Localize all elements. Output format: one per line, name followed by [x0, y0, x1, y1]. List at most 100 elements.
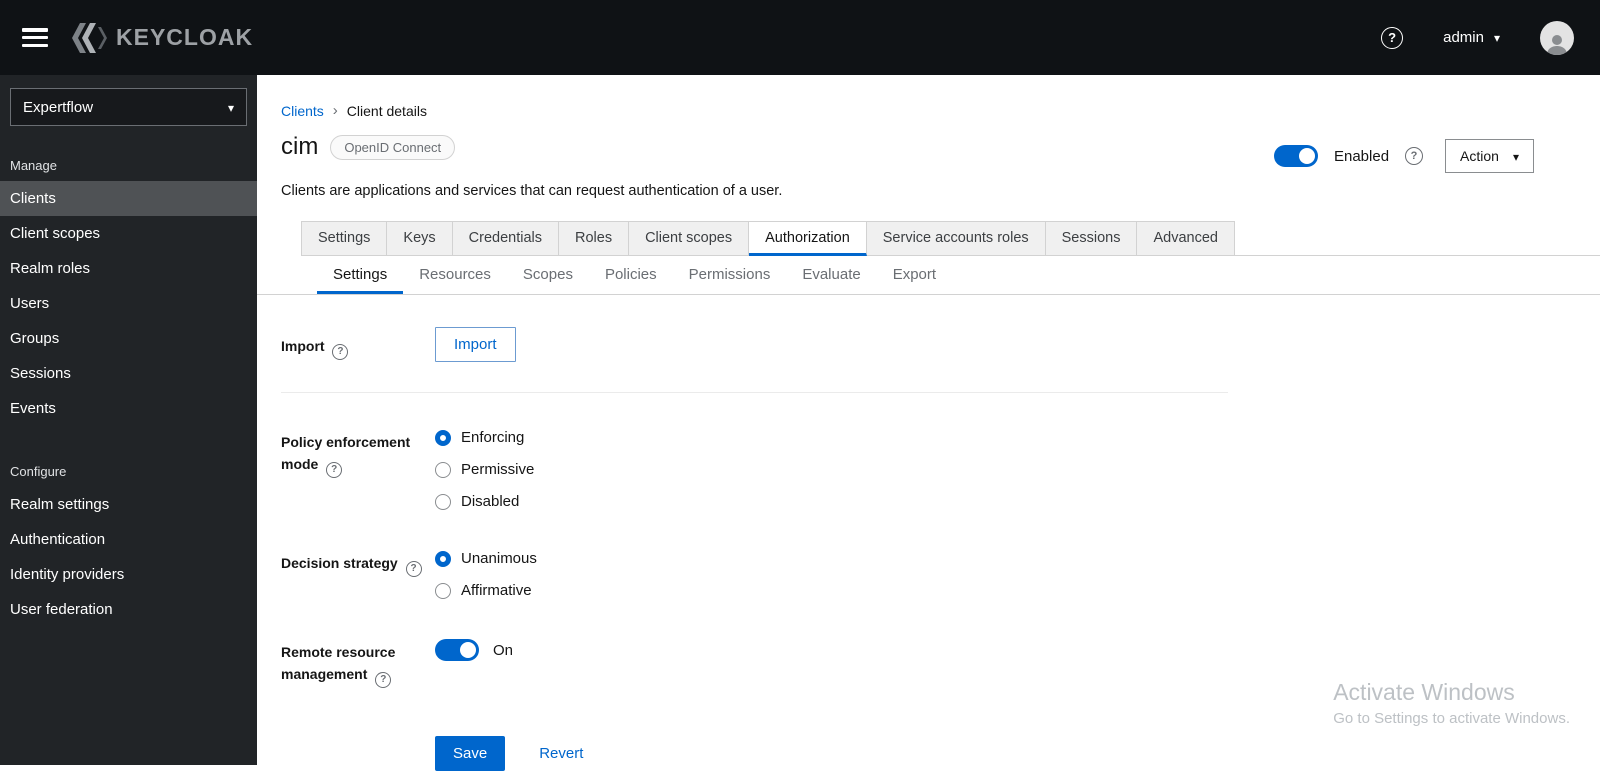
policy-enforcement-mode-options: Enforcing Permissive Disabled — [435, 423, 1576, 510]
tab-roles[interactable]: Roles — [559, 221, 630, 256]
sidebar-item-clients[interactable]: Clients — [0, 181, 257, 216]
subtab-settings[interactable]: Settings — [317, 256, 404, 294]
tabs-filler — [1234, 221, 1600, 256]
decision-strategy-row: Decision strategy Unanimous Affirmative — [281, 544, 1576, 599]
sidebar-item-user-federation[interactable]: User federation — [0, 592, 257, 627]
radio-enforcing-label: Enforcing — [461, 429, 525, 446]
radio-permissive[interactable]: Permissive — [435, 461, 1576, 478]
header-help-icon[interactable] — [1381, 26, 1404, 49]
decision-strategy-label: Decision strategy — [281, 544, 435, 577]
save-button[interactable]: Save — [435, 736, 506, 771]
sidebar-item-authentication[interactable]: Authentication — [0, 522, 257, 557]
chevron-down-icon — [1513, 148, 1519, 164]
radio-checked-icon — [435, 550, 451, 567]
tab-credentials[interactable]: Credentials — [452, 221, 559, 256]
radio-unanimous[interactable]: Unanimous — [435, 550, 1576, 567]
remote-resource-management-toggle[interactable] — [435, 639, 479, 661]
import-help-icon[interactable] — [332, 344, 349, 360]
authorization-subtabs: Settings Resources Scopes Policies Permi… — [257, 256, 1600, 295]
sidebar-item-client-scopes[interactable]: Client scopes — [0, 216, 257, 251]
remote-resource-management-help-icon[interactable] — [375, 672, 392, 689]
action-dropdown-label: Action — [1460, 148, 1499, 164]
breadcrumb-separator-icon — [333, 102, 338, 119]
chevron-down-icon — [1494, 29, 1500, 46]
protocol-badge: OpenID Connect — [330, 134, 456, 160]
sidebar-nav: Manage Clients Client scopes Realm roles… — [0, 148, 257, 627]
brand-text: KEYCLOAK — [116, 24, 254, 50]
import-label-text: Import — [281, 338, 325, 354]
keycloak-logo-icon — [72, 22, 107, 53]
decision-strategy-label-text: Decision strategy — [281, 555, 398, 571]
remote-resource-management-label: Remote resource management — [281, 633, 435, 689]
radio-affirmative-label: Affirmative — [461, 582, 532, 599]
radio-unchecked-icon — [435, 582, 451, 599]
page-title: cim — [281, 133, 319, 160]
enabled-label: Enabled — [1333, 147, 1390, 165]
page-description: Clients are applications and services th… — [281, 183, 783, 199]
breadcrumb-current: Client details — [346, 102, 427, 119]
sidebar-item-users[interactable]: Users — [0, 286, 257, 321]
radio-affirmative[interactable]: Affirmative — [435, 582, 1576, 599]
breadcrumb: Clients Client details — [257, 75, 1600, 119]
radio-disabled-label: Disabled — [461, 493, 520, 510]
subtab-evaluate[interactable]: Evaluate — [786, 256, 876, 294]
import-button[interactable]: Import — [435, 327, 516, 362]
tab-settings[interactable]: Settings — [301, 221, 388, 256]
sidebar-item-realm-settings[interactable]: Realm settings — [0, 487, 257, 522]
policy-enforcement-mode-label-text: Policy enforcement mode — [281, 434, 411, 473]
radio-checked-icon — [435, 429, 451, 446]
import-label: Import — [281, 327, 435, 360]
tab-client-scopes[interactable]: Client scopes — [629, 221, 750, 256]
nav-section-manage: Manage — [10, 158, 57, 173]
user-menu[interactable]: admin — [1443, 29, 1500, 46]
sidebar-item-identity-providers[interactable]: Identity providers — [0, 557, 257, 592]
policy-enforcement-mode-row: Policy enforcement mode Enforcing Permis… — [281, 423, 1576, 510]
revert-link[interactable]: Revert — [539, 745, 583, 762]
sidebar-item-events[interactable]: Events — [0, 391, 257, 426]
breadcrumb-clients-link[interactable]: Clients — [281, 103, 324, 119]
remote-resource-management-state: On — [493, 641, 514, 659]
client-detail-tabs: Settings Keys Credentials Roles Client s… — [301, 221, 1600, 256]
import-row: Import Import — [281, 327, 1576, 362]
tab-advanced[interactable]: Advanced — [1137, 221, 1235, 256]
enabled-toggle[interactable] — [1273, 145, 1318, 167]
tab-authorization[interactable]: Authorization — [749, 221, 867, 256]
user-menu-label: admin — [1443, 29, 1484, 46]
tab-service-accounts-roles[interactable]: Service accounts roles — [866, 221, 1046, 256]
decision-strategy-options: Unanimous Affirmative — [435, 544, 1576, 599]
tab-keys[interactable]: Keys — [387, 221, 453, 256]
subtab-policies[interactable]: Policies — [589, 256, 673, 294]
sidebar: Expertflow Manage Clients Client scopes … — [0, 75, 257, 765]
watermark-subtitle: Go to Settings to activate Windows. — [1333, 710, 1570, 727]
section-divider — [281, 392, 1228, 393]
policy-enforcement-mode-label: Policy enforcement mode — [281, 423, 435, 479]
main-content: Clients Client details cim OpenID Connec… — [257, 75, 1600, 771]
realm-selector[interactable]: Expertflow — [10, 88, 247, 126]
hamburger-menu-icon[interactable] — [22, 28, 48, 47]
subtab-scopes[interactable]: Scopes — [507, 256, 589, 294]
keycloak-logo: KEYCLOAK — [70, 22, 254, 53]
top-bar: KEYCLOAK admin — [0, 0, 1600, 75]
sidebar-item-groups[interactable]: Groups — [0, 321, 257, 356]
watermark-title: Activate Windows — [1333, 679, 1515, 705]
sidebar-item-sessions[interactable]: Sessions — [0, 356, 257, 391]
tab-sessions[interactable]: Sessions — [1045, 221, 1138, 256]
person-icon — [1547, 34, 1567, 55]
decision-strategy-help-icon[interactable] — [405, 561, 422, 577]
sidebar-item-realm-roles[interactable]: Realm roles — [0, 251, 257, 286]
radio-unchecked-icon — [435, 493, 451, 510]
action-dropdown-button[interactable]: Action — [1445, 139, 1534, 173]
enabled-help-icon[interactable] — [1405, 147, 1424, 165]
avatar[interactable] — [1540, 20, 1574, 55]
policy-enforcement-mode-help-icon[interactable] — [326, 462, 343, 479]
radio-enforcing[interactable]: Enforcing — [435, 429, 1576, 446]
subtab-resources[interactable]: Resources — [403, 256, 507, 294]
subtab-export[interactable]: Export — [877, 256, 952, 294]
radio-unanimous-label: Unanimous — [461, 550, 537, 567]
radio-disabled[interactable]: Disabled — [435, 493, 1576, 510]
chevron-down-icon — [228, 99, 234, 116]
radio-unchecked-icon — [435, 461, 451, 478]
subtab-permissions[interactable]: Permissions — [673, 256, 787, 294]
windows-activation-watermark: Activate Windows Go to Settings to activ… — [1333, 679, 1570, 727]
realm-selector-value: Expertflow — [23, 98, 94, 116]
